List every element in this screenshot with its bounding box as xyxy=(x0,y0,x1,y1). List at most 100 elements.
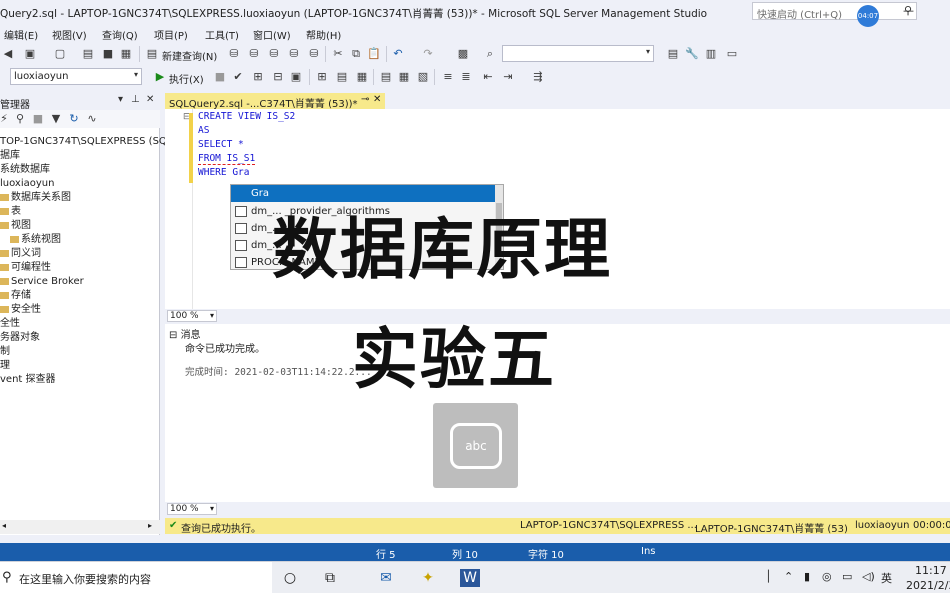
cortana-icon[interactable]: ○ xyxy=(280,569,300,587)
tab-sqlquery2[interactable]: SQLQuery2.sql -...C374T\肖菁菁 (53))* ⊸ ✕ xyxy=(165,93,385,110)
redo-icon[interactable]: ↷ xyxy=(420,46,436,62)
database-select[interactable]: luoxiaoyun ▾ xyxy=(10,68,142,85)
tree-item-db-security[interactable]: 安全性 xyxy=(0,303,41,317)
results-grid-icon[interactable]: ▦ xyxy=(396,69,412,85)
menu-view[interactable]: 视图(V) xyxy=(52,27,87,42)
save-icon[interactable]: ■ xyxy=(100,46,116,62)
scroll-left-icon[interactable]: ◂ xyxy=(2,521,6,530)
back-icon[interactable]: ◀ xyxy=(0,46,16,62)
refresh-icon[interactable]: ↻ xyxy=(66,111,82,127)
filter-icon[interactable]: ▼ xyxy=(48,111,64,127)
copy-icon[interactable]: ⧉ xyxy=(348,46,364,62)
tree-item-server[interactable]: TOP-1GNC374T\SQLEXPRESS (SQ xyxy=(0,135,167,149)
dropdown-icon[interactable]: ▾ xyxy=(118,94,123,105)
minimize-icon[interactable]: — xyxy=(903,4,914,17)
stop-icon[interactable]: ■ xyxy=(30,111,46,127)
estimated-plan-icon[interactable]: ⊞ xyxy=(250,69,266,85)
tree-item-management[interactable]: 理 xyxy=(0,359,10,373)
toolbox-icon[interactable]: ▥ xyxy=(703,46,719,62)
taskbar-search[interactable]: ⚲ 在这里输入你要搜索的内容 xyxy=(0,562,272,593)
tree-item-system-databases[interactable]: 系统数据库 xyxy=(0,163,50,177)
results-file-icon[interactable]: ▧ xyxy=(415,69,431,85)
ssms-app-icon[interactable]: ✦ xyxy=(418,569,438,587)
close-icon[interactable]: ✕ xyxy=(373,94,381,105)
tree-item-security[interactable]: 全性 xyxy=(0,317,20,331)
outdent-icon[interactable]: ⇤ xyxy=(480,69,496,85)
new-project-icon[interactable]: ▣ xyxy=(22,46,38,62)
disconnect-icon[interactable]: ⚲ xyxy=(12,111,28,127)
wrench-icon[interactable]: 🔧 xyxy=(684,46,700,62)
clock-time[interactable]: 11:17 xyxy=(915,564,947,577)
xmla-query-icon[interactable]: ⛁ xyxy=(306,46,322,62)
analysis-query-icon[interactable]: ⛁ xyxy=(246,46,262,62)
specify-values-icon[interactable]: ⇶ xyxy=(530,69,546,85)
paste-icon[interactable]: 📋 xyxy=(366,46,382,62)
battery-icon[interactable]: ▭ xyxy=(842,570,852,583)
debug-icon[interactable]: ▩ xyxy=(455,46,471,62)
tree-item-service-broker[interactable]: Service Broker xyxy=(0,275,84,289)
live-stats-icon[interactable]: ▤ xyxy=(334,69,350,85)
tab-messages[interactable]: ⊟ 消息 xyxy=(169,326,201,341)
dmx-query-icon[interactable]: ⛁ xyxy=(286,46,302,62)
client-stats-icon[interactable]: ▦ xyxy=(354,69,370,85)
results-text-icon[interactable]: ▤ xyxy=(378,69,394,85)
activity-icon[interactable]: ∿ xyxy=(84,111,100,127)
indent-icon[interactable]: ⇥ xyxy=(500,69,516,85)
open-file-icon[interactable]: ▤ xyxy=(80,46,96,62)
add-item-icon[interactable]: ▢ xyxy=(52,46,68,62)
window-layout-icon[interactable]: ▭ xyxy=(724,46,740,62)
word-icon[interactable]: W xyxy=(460,569,480,587)
undo-icon[interactable]: ↶ xyxy=(390,46,406,62)
menu-tools[interactable]: 工具(T) xyxy=(205,27,239,42)
tree-item-databases[interactable]: 据库 xyxy=(0,149,20,163)
uncomment-icon[interactable]: ≣ xyxy=(458,69,474,85)
stop-icon[interactable]: ■ xyxy=(212,69,228,85)
tree-item-system-views[interactable]: 系统视图 xyxy=(10,233,61,247)
properties-icon[interactable]: ▤ xyxy=(665,46,681,62)
tree-item-views[interactable]: 视图 xyxy=(0,219,31,233)
tree-item-replication[interactable]: 制 xyxy=(0,345,10,359)
mdx-query-icon[interactable]: ⛁ xyxy=(266,46,282,62)
tree-item-diagrams[interactable]: 数据库关系图 xyxy=(0,191,71,205)
tree-item-luoxiaoyun[interactable]: luoxiaoyun xyxy=(0,177,54,191)
clock-date[interactable]: 2021/2/3 xyxy=(906,579,950,592)
task-view-icon[interactable]: ⧉ xyxy=(320,569,340,587)
save-all-icon[interactable]: ▦ xyxy=(118,46,134,62)
new-query-button[interactable]: 新建查询(N) xyxy=(162,48,217,63)
cut-icon[interactable]: ✂ xyxy=(330,46,346,62)
pin-icon[interactable]: ⊥ xyxy=(131,94,140,105)
menu-project[interactable]: 项目(P) xyxy=(154,27,188,42)
chevron-up-icon[interactable]: ⌃ xyxy=(784,570,793,583)
query-options-icon[interactable]: ⊟ xyxy=(270,69,286,85)
keyboard-overlay[interactable]: abc xyxy=(433,403,518,488)
tree-item-programmability[interactable]: 可编程性 xyxy=(0,261,51,275)
zoom-select[interactable]: 100 % ▾ xyxy=(167,310,217,322)
scroll-right-icon[interactable]: ▸ xyxy=(148,521,152,530)
close-icon[interactable]: ✕ xyxy=(146,94,154,105)
execute-button[interactable]: 执行(X) xyxy=(169,71,204,86)
ime-indicator[interactable]: 英 xyxy=(881,570,892,586)
tree-item-storage[interactable]: 存储 xyxy=(0,289,31,303)
connect-icon[interactable]: ⚡ xyxy=(0,111,12,127)
comment-icon[interactable]: ≡ xyxy=(440,69,456,85)
actual-plan-icon[interactable]: ⊞ xyxy=(314,69,330,85)
quick-launch-input[interactable]: 快速启动 (Ctrl+Q) ⚲ xyxy=(752,2,917,21)
volume-icon[interactable]: ◁) xyxy=(862,570,875,583)
tree-item-synonyms[interactable]: 同义词 xyxy=(0,247,41,261)
zoom-select[interactable]: 100 % ▾ xyxy=(167,503,217,515)
find-icon[interactable]: ⌕ xyxy=(482,46,498,62)
microphone-icon[interactable]: ▮ xyxy=(804,570,810,583)
parse-icon[interactable]: ✔ xyxy=(230,69,246,85)
menu-query[interactable]: 查询(Q) xyxy=(102,27,138,42)
tree-item-server-objects[interactable]: 务器对象 xyxy=(0,331,40,345)
execute-icon[interactable]: ▶ xyxy=(152,69,168,85)
tree-item-xevent-profiler[interactable]: vent 探查器 xyxy=(0,373,56,387)
horizontal-scrollbar[interactable]: ◂ ▸ xyxy=(0,520,160,534)
pin-icon[interactable]: ⊸ xyxy=(361,94,369,105)
menu-window[interactable]: 窗口(W) xyxy=(253,27,291,42)
network-icon[interactable]: ◎ xyxy=(822,570,832,583)
new-query-icon[interactable]: ▤ xyxy=(144,46,160,62)
search-combo[interactable]: ▾ xyxy=(502,45,654,62)
menu-edit[interactable]: 编辑(E) xyxy=(4,27,38,42)
intellisense-icon[interactable]: ▣ xyxy=(288,69,304,85)
